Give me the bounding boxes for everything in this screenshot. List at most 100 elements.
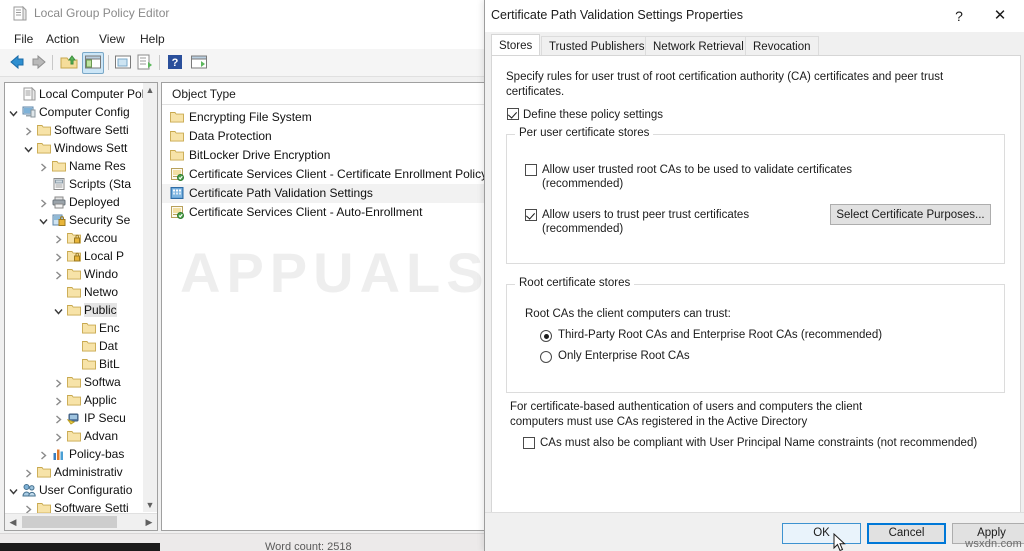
upn-constraints-label[interactable]: CAs must also be compliant with User Pri… (540, 436, 977, 450)
upn-constraints-checkbox[interactable] (523, 437, 535, 449)
tree-item-public[interactable]: Public (5, 301, 157, 319)
scroll-left-arrow-icon[interactable]: ◀ (5, 514, 21, 530)
up-folder-icon[interactable] (60, 53, 78, 71)
tree-item-windows-sett[interactable]: Windows Sett (5, 139, 157, 157)
tree-item-software-setti[interactable]: Software Setti (5, 121, 157, 139)
chevron-right-icon[interactable] (24, 503, 33, 514)
tree-item-ip-secu[interactable]: IP Secu (5, 409, 157, 427)
close-icon[interactable]: ✕ (981, 4, 1019, 28)
chevron-down-icon[interactable] (24, 143, 33, 153)
tab-network-retrieval[interactable]: Network Retrieval (645, 36, 752, 57)
define-policy-checkbox[interactable] (507, 108, 519, 120)
column-header-object-type[interactable]: Object Type (172, 87, 236, 101)
define-policy-label[interactable]: Define these policy settings (523, 108, 663, 122)
tree-item-applic[interactable]: Applic (5, 391, 157, 409)
tree-item-accou[interactable]: Accou (5, 229, 157, 247)
show-hide-tree-icon[interactable] (84, 53, 102, 71)
scroll-right-arrow-icon[interactable]: ▶ (141, 514, 157, 530)
certificate-policy-icon (170, 205, 184, 219)
show-pane-icon[interactable] (190, 53, 208, 71)
chevron-right-icon[interactable] (54, 377, 63, 388)
tree-item-user-configuratio[interactable]: User Configuratio (5, 481, 157, 499)
list-item-certificate-services-client-auto-enrollment[interactable]: Certificate Services Client - Auto-Enrol… (162, 203, 487, 222)
tree-item-label: Administrativ (54, 465, 123, 479)
console-tree-pane[interactable]: Local Computer Polic Computer Config Softw… (4, 82, 158, 531)
list-column-header[interactable]: Object Type (162, 83, 487, 105)
chevron-down-icon[interactable] (54, 305, 63, 315)
chevron-right-icon[interactable] (24, 467, 33, 478)
allow-peer-trust-label[interactable]: Allow users to trust peer trust certific… (542, 208, 842, 236)
tree-item-deployed[interactable]: Deployed (5, 193, 157, 211)
menu-file[interactable]: File (10, 31, 37, 47)
tree-item-enc[interactable]: Enc (5, 319, 157, 337)
scroll-down-arrow-icon[interactable]: ▼ (143, 498, 157, 512)
tree-horizontal-scrollbar[interactable]: ◀ ▶ (5, 513, 157, 530)
chevron-right-icon[interactable] (54, 395, 63, 406)
tree-item-label: Windows Sett (54, 141, 128, 155)
properties-icon[interactable] (114, 53, 132, 71)
tree-item-local-computer-polic[interactable]: Local Computer Polic (5, 85, 157, 103)
tree-item-scripts-sta[interactable]: Scripts (Sta (5, 175, 157, 193)
radio-only-enterprise-label[interactable]: Only Enterprise Root CAs (558, 350, 690, 362)
tree-item-label: Local Computer Polic (39, 87, 154, 101)
chevron-right-icon[interactable] (39, 161, 48, 172)
tree-item-netwo[interactable]: Netwo (5, 283, 157, 301)
chevron-right-icon[interactable] (54, 269, 63, 280)
list-item-encrypting-file-system[interactable]: Encrypting File System (162, 108, 487, 127)
root-cas-prompt: Root CAs the client computers can trust: (525, 308, 731, 320)
select-certificate-purposes-button[interactable]: Select Certificate Purposes... (830, 204, 991, 225)
export-list-icon[interactable] (136, 53, 154, 71)
chevron-right-icon[interactable] (39, 197, 48, 208)
allow-peer-trust-checkbox[interactable] (525, 209, 537, 221)
tree-item-windo[interactable]: Windo (5, 265, 157, 283)
tree-item-dat[interactable]: Dat (5, 337, 157, 355)
background-taskbar-block (0, 543, 160, 551)
tree-item-advan[interactable]: Advan (5, 427, 157, 445)
forward-icon[interactable] (30, 53, 48, 71)
allow-user-trusted-root-cas-label[interactable]: Allow user trusted root CAs to be used t… (542, 163, 942, 191)
tree-hscroll-thumb[interactable] (22, 516, 117, 528)
tab-trusted-publishers[interactable]: Trusted Publishers (541, 36, 653, 57)
back-icon[interactable] (8, 53, 26, 71)
chevron-right-icon[interactable] (54, 431, 63, 442)
list-item-label: BitLocker Drive Encryption (189, 148, 331, 162)
per-user-certificate-stores-group: Per user certificate stores Allow user t… (506, 127, 1005, 264)
help-icon[interactable]: ? (166, 53, 184, 71)
chevron-right-icon[interactable] (39, 449, 48, 460)
radio-third-party-and-enterprise[interactable] (540, 330, 552, 342)
tree-item-softwa[interactable]: Softwa (5, 373, 157, 391)
chevron-down-icon[interactable] (39, 215, 48, 225)
menu-help[interactable]: Help (136, 31, 169, 47)
tree-item-administrativ[interactable]: Administrativ (5, 463, 157, 481)
chevron-right-icon[interactable] (54, 413, 63, 424)
tree-item-computer-config[interactable]: Computer Config (5, 103, 157, 121)
cancel-button[interactable]: Cancel (867, 523, 946, 544)
tree-item-local-p[interactable]: Local P (5, 247, 157, 265)
list-item-bitlocker-drive-encryption[interactable]: BitLocker Drive Encryption (162, 146, 487, 165)
tree-item-label: Security Se (69, 213, 131, 227)
allow-user-trusted-root-cas-checkbox[interactable] (525, 164, 537, 176)
list-item-certificate-path-validation-settings[interactable]: Certificate Path Validation Settings (162, 184, 487, 203)
tree-item-bitl[interactable]: BitL (5, 355, 157, 373)
chevron-right-icon[interactable] (54, 251, 63, 262)
ok-button[interactable]: OK (782, 523, 861, 544)
chevron-down-icon[interactable] (9, 485, 18, 495)
help-question-icon[interactable]: ? (943, 4, 975, 28)
menu-action[interactable]: Action (42, 31, 83, 47)
chevron-right-icon[interactable] (24, 125, 33, 136)
list-item-certificate-services-client-certificate-enrollment-policy[interactable]: Certificate Services Client - Certificat… (162, 165, 487, 184)
radio-only-enterprise[interactable] (540, 351, 552, 363)
chevron-right-icon[interactable] (54, 233, 63, 244)
tab-revocation[interactable]: Revocation (745, 36, 819, 57)
scroll-up-arrow-icon[interactable]: ▲ (143, 83, 157, 97)
tree-item-label: Windo (84, 267, 119, 281)
tree-item-security-se[interactable]: Security Se (5, 211, 157, 229)
tree-item-policy-bas[interactable]: Policy-bas (5, 445, 157, 463)
tree-item-name-res[interactable]: Name Res (5, 157, 157, 175)
menu-view[interactable]: View (95, 31, 129, 47)
tree-item-label: Accou (84, 231, 118, 245)
tree-vertical-scrollbar[interactable]: ▲ ▼ (143, 83, 157, 512)
list-item-data-protection[interactable]: Data Protection (162, 127, 487, 146)
chevron-down-icon[interactable] (9, 107, 18, 117)
radio-third-party-and-enterprise-label[interactable]: Third-Party Root CAs and Enterprise Root… (558, 329, 882, 341)
